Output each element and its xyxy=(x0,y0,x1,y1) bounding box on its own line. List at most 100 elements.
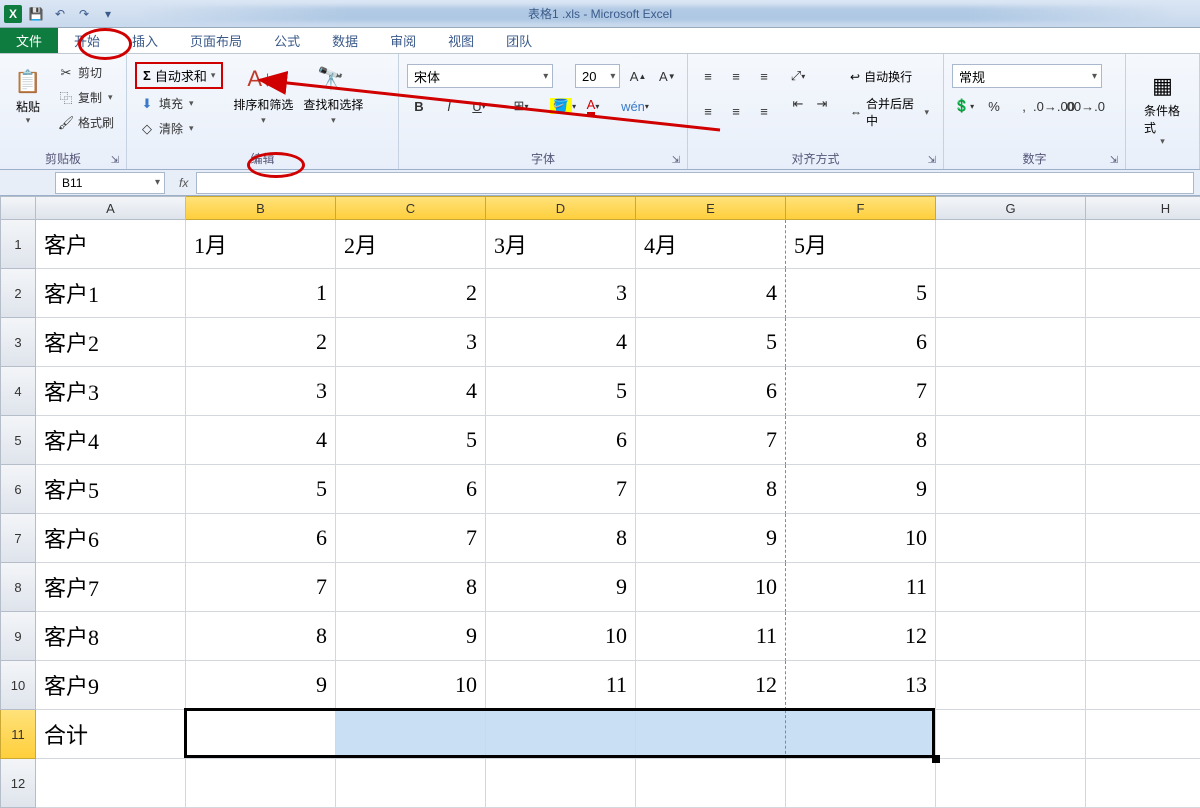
cell-H8[interactable] xyxy=(1086,563,1200,612)
cell-E4[interactable]: 6 xyxy=(636,367,786,416)
align-left-button[interactable]: ≡ xyxy=(696,100,720,124)
cell-D4[interactable]: 5 xyxy=(486,367,636,416)
tab-page-layout[interactable]: 页面布局 xyxy=(174,28,258,53)
select-all-corner[interactable] xyxy=(0,196,36,220)
cell-B4[interactable]: 3 xyxy=(186,367,336,416)
cell-E5[interactable]: 7 xyxy=(636,416,786,465)
cell-C4[interactable]: 4 xyxy=(336,367,486,416)
align-bottom-button[interactable]: ≡ xyxy=(752,64,776,88)
cell-F9[interactable]: 12 xyxy=(786,612,936,661)
clipboard-launcher[interactable]: ⇲ xyxy=(108,153,122,167)
cell-F8[interactable]: 11 xyxy=(786,563,936,612)
cell-B8[interactable]: 7 xyxy=(186,563,336,612)
align-right-button[interactable]: ≡ xyxy=(752,100,776,124)
cell-E11[interactable] xyxy=(636,710,786,759)
cell-C10[interactable]: 10 xyxy=(336,661,486,710)
tab-data[interactable]: 数据 xyxy=(316,28,374,53)
row-header-5[interactable]: 5 xyxy=(0,416,36,465)
cell-A10[interactable]: 客户9 xyxy=(36,661,186,710)
cell-D1[interactable]: 3月 xyxy=(486,220,636,269)
cell-G8[interactable] xyxy=(936,563,1086,612)
cell-F11[interactable] xyxy=(786,710,936,759)
align-launcher[interactable]: ⇲ xyxy=(925,153,939,167)
increase-font-button[interactable]: A▲ xyxy=(626,64,649,88)
cell-A3[interactable]: 客户2 xyxy=(36,318,186,367)
cell-G9[interactable] xyxy=(936,612,1086,661)
cell-A8[interactable]: 客户7 xyxy=(36,563,186,612)
cut-button[interactable]: ✂ 剪切 xyxy=(54,62,118,83)
fill-color-button[interactable]: 🪣▾ xyxy=(551,94,575,118)
wrap-text-button[interactable]: ↩ 自动换行 xyxy=(844,66,935,87)
cell-F2[interactable]: 5 xyxy=(786,269,936,318)
cell-D10[interactable]: 11 xyxy=(486,661,636,710)
cell-H11[interactable] xyxy=(1086,710,1200,759)
format-painter-button[interactable]: 🖌 格式刷 xyxy=(54,112,118,133)
bold-button[interactable]: B xyxy=(407,94,431,118)
col-header-G[interactable]: G xyxy=(936,196,1086,220)
cell-F10[interactable]: 13 xyxy=(786,661,936,710)
orientation-button[interactable]: ⤢▾ xyxy=(786,64,810,88)
row-header-10[interactable]: 10 xyxy=(0,661,36,710)
cell-H4[interactable] xyxy=(1086,367,1200,416)
find-select-button[interactable]: 🔭 查找和选择 ▾ xyxy=(303,66,363,139)
cell-A5[interactable]: 客户4 xyxy=(36,416,186,465)
clear-button[interactable]: ◇ 清除▾ xyxy=(135,118,223,139)
cell-A6[interactable]: 客户5 xyxy=(36,465,186,514)
row-header-2[interactable]: 2 xyxy=(0,269,36,318)
cell-G7[interactable] xyxy=(936,514,1086,563)
percent-button[interactable]: % xyxy=(982,94,1006,118)
cell-B3[interactable]: 2 xyxy=(186,318,336,367)
cell-B9[interactable]: 8 xyxy=(186,612,336,661)
row-header-4[interactable]: 4 xyxy=(0,367,36,416)
increase-indent-button[interactable]: ⇥ xyxy=(810,92,834,116)
cell-F1[interactable]: 5月 xyxy=(786,220,936,269)
font-name-combo[interactable]: 宋体 xyxy=(407,64,553,88)
cell-H9[interactable] xyxy=(1086,612,1200,661)
tab-team[interactable]: 团队 xyxy=(490,28,548,53)
number-format-combo[interactable]: 常规 xyxy=(952,64,1102,88)
cell-D6[interactable]: 7 xyxy=(486,465,636,514)
cell-C11[interactable] xyxy=(336,710,486,759)
font-color-button[interactable]: A▾ xyxy=(581,94,605,118)
decrease-decimal-button[interactable]: .00→.0 xyxy=(1072,94,1096,118)
cell-D5[interactable]: 6 xyxy=(486,416,636,465)
phonetic-button[interactable]: wén▾ xyxy=(623,94,647,118)
cell-G5[interactable] xyxy=(936,416,1086,465)
cell-H5[interactable] xyxy=(1086,416,1200,465)
cell-E2[interactable]: 4 xyxy=(636,269,786,318)
cell-H3[interactable] xyxy=(1086,318,1200,367)
cell-F7[interactable]: 10 xyxy=(786,514,936,563)
row-header-11[interactable]: 11 xyxy=(0,710,36,759)
cell-B5[interactable]: 4 xyxy=(186,416,336,465)
cell-D11[interactable] xyxy=(486,710,636,759)
cell-B10[interactable]: 9 xyxy=(186,661,336,710)
currency-button[interactable]: 💲▾ xyxy=(952,94,976,118)
font-launcher[interactable]: ⇲ xyxy=(669,153,683,167)
cell-G6[interactable] xyxy=(936,465,1086,514)
cell-G4[interactable] xyxy=(936,367,1086,416)
paste-button[interactable]: 📋 粘贴 ▾ xyxy=(8,58,48,133)
col-header-E[interactable]: E xyxy=(636,196,786,220)
col-header-A[interactable]: A xyxy=(36,196,186,220)
cell-F3[interactable]: 6 xyxy=(786,318,936,367)
tab-formulas[interactable]: 公式 xyxy=(258,28,316,53)
row-header-3[interactable]: 3 xyxy=(0,318,36,367)
cell-H10[interactable] xyxy=(1086,661,1200,710)
cell-A9[interactable]: 客户8 xyxy=(36,612,186,661)
cell-B6[interactable]: 5 xyxy=(186,465,336,514)
cell-B2[interactable]: 1 xyxy=(186,269,336,318)
cell-B11[interactable] xyxy=(186,710,336,759)
redo-button[interactable]: ↷ xyxy=(74,4,94,24)
undo-button[interactable]: ↶ xyxy=(50,4,70,24)
cell-C7[interactable]: 7 xyxy=(336,514,486,563)
fill-button[interactable]: ⬇ 填充▾ xyxy=(135,93,223,114)
align-center-button[interactable]: ≡ xyxy=(724,100,748,124)
cell-D7[interactable]: 8 xyxy=(486,514,636,563)
col-header-D[interactable]: D xyxy=(486,196,636,220)
cell-E10[interactable]: 12 xyxy=(636,661,786,710)
row-header-8[interactable]: 8 xyxy=(0,563,36,612)
row-header-6[interactable]: 6 xyxy=(0,465,36,514)
cell-C9[interactable]: 9 xyxy=(336,612,486,661)
cell-C2[interactable]: 2 xyxy=(336,269,486,318)
cell-E8[interactable]: 10 xyxy=(636,563,786,612)
